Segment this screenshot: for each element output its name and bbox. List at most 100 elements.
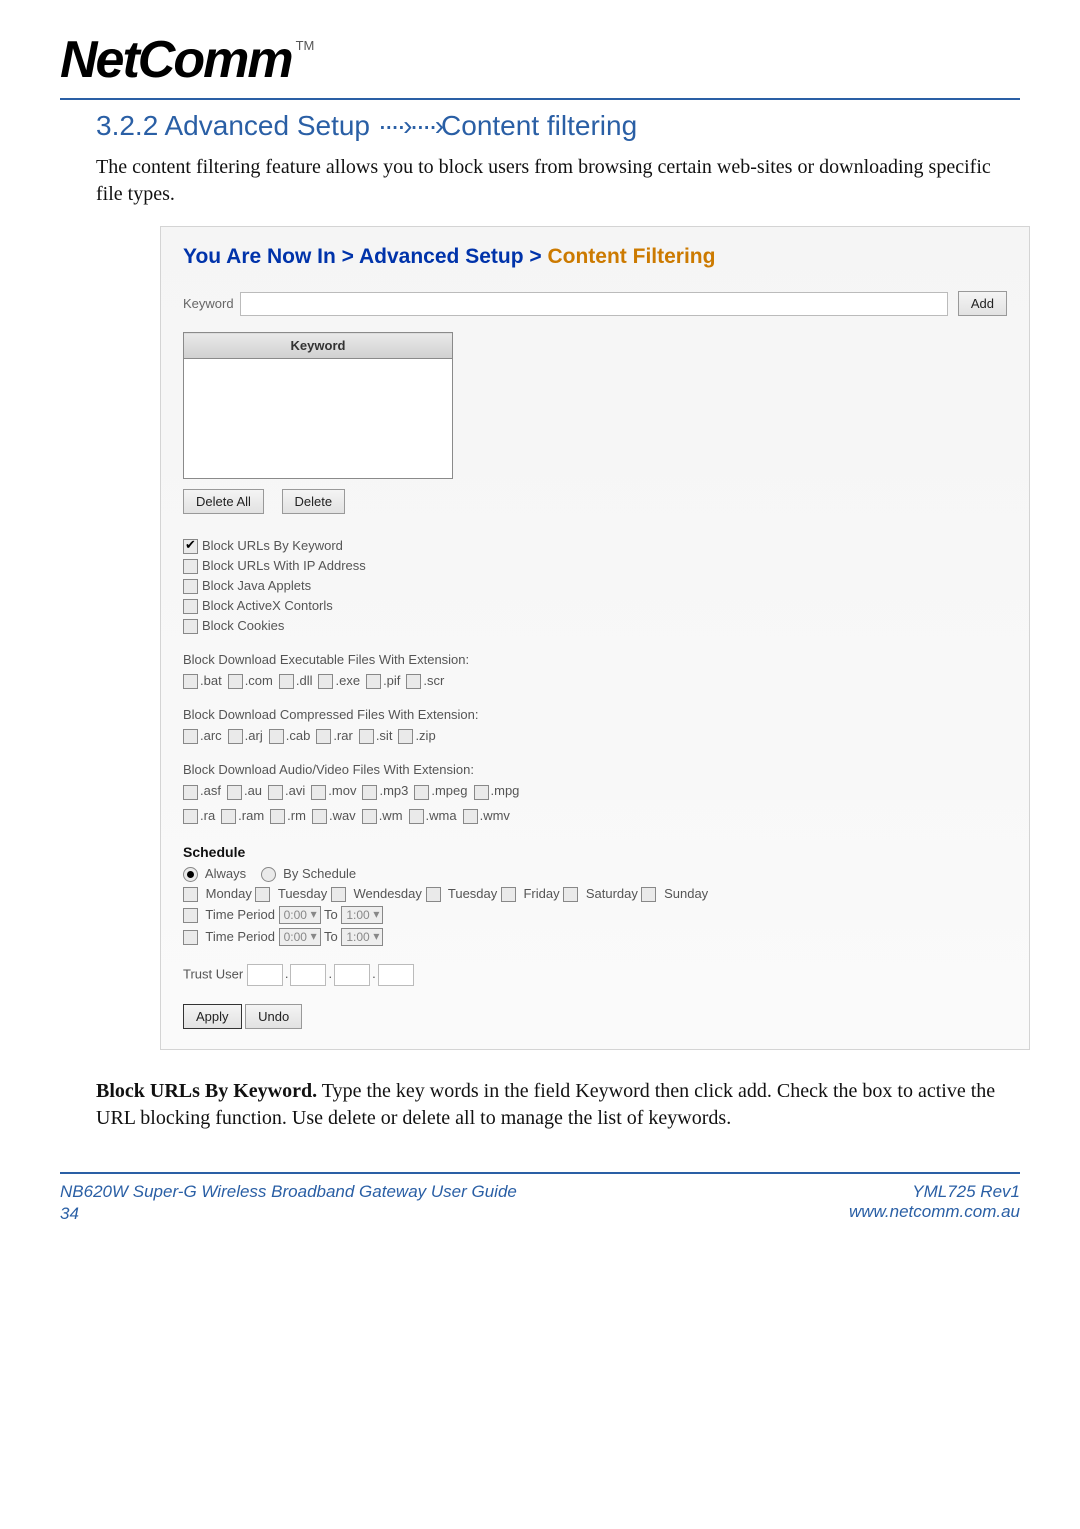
schedule-heading: Schedule	[183, 844, 1007, 860]
ext-label: .com	[245, 673, 273, 688]
day-label: Friday	[520, 886, 563, 901]
block-opt-checkbox[interactable]	[183, 619, 198, 634]
ext-label: .arj	[245, 728, 263, 743]
ext-checkbox[interactable]	[183, 809, 198, 824]
delete-all-button[interactable]: Delete All	[183, 489, 264, 514]
section-heading: 3.2.2 Advanced Setup ····›····›Content f…	[96, 110, 1020, 142]
ext-label: .wmv	[480, 808, 510, 823]
day-label: Saturday	[582, 886, 641, 901]
ext-label: .asf	[200, 783, 221, 798]
ext-label: .exe	[335, 673, 360, 688]
ext-label: .wma	[426, 808, 457, 823]
ext-checkbox[interactable]	[228, 674, 243, 689]
day-checkbox[interactable]	[426, 887, 441, 902]
time2-to-select[interactable]: 1:00	[341, 928, 383, 946]
ext-label: .cab	[286, 728, 311, 743]
ext-label: .sit	[376, 728, 393, 743]
block-opt-checkbox[interactable]	[183, 599, 198, 614]
day-checkbox[interactable]	[563, 887, 578, 902]
day-checkbox[interactable]	[641, 887, 656, 902]
trust-ip-4[interactable]	[378, 964, 414, 986]
ext-checkbox[interactable]	[359, 729, 374, 744]
day-checkbox[interactable]	[331, 887, 346, 902]
ext-label: .wm	[379, 808, 403, 823]
ext-label: .mp3	[379, 783, 408, 798]
ext-checkbox[interactable]	[270, 809, 285, 824]
crumb-mid: Advanced Setup	[359, 245, 524, 268]
ext-checkbox[interactable]	[463, 809, 478, 824]
keyword-col-header: Keyword	[184, 333, 453, 359]
day-label: Tuesday	[274, 886, 330, 901]
ext-checkbox[interactable]	[406, 674, 421, 689]
time2-from-select[interactable]: 0:00	[279, 928, 321, 946]
ext-checkbox[interactable]	[318, 674, 333, 689]
time1-to-select[interactable]: 1:00	[341, 906, 383, 924]
ext-checkbox[interactable]	[221, 809, 236, 824]
body-paragraph: Block URLs By Keyword. Type the key word…	[96, 1078, 1020, 1132]
day-label: Tuesday	[445, 886, 501, 901]
ext-checkbox[interactable]	[312, 809, 327, 824]
ext-checkbox[interactable]	[362, 809, 377, 824]
day-checkbox[interactable]	[255, 887, 270, 902]
ext-checkbox[interactable]	[409, 809, 424, 824]
ext-checkbox[interactable]	[311, 785, 326, 800]
comp-ext-title: Block Download Compressed Files With Ext…	[183, 707, 1007, 722]
ext-checkbox[interactable]	[183, 785, 198, 800]
ext-checkbox[interactable]	[268, 785, 283, 800]
crumb-current: Content Filtering	[547, 245, 715, 268]
arrow-icon: ····›····›	[378, 110, 441, 141]
footer-guide-title: NB620W Super-G Wireless Broadband Gatewa…	[60, 1182, 517, 1202]
ext-label: .mpg	[491, 783, 520, 798]
screenshot-panel: You Are Now In > Advanced Setup > Conten…	[160, 226, 1030, 1050]
footer-doc-rev: YML725 Rev1	[849, 1182, 1020, 1202]
ext-checkbox[interactable]	[227, 785, 242, 800]
trust-ip-2[interactable]	[290, 964, 326, 986]
ext-label: .au	[244, 783, 262, 798]
radio-always[interactable]	[183, 867, 198, 882]
block-opt-label: Block URLs By Keyword	[202, 538, 343, 553]
delete-button[interactable]: Delete	[282, 489, 346, 514]
ext-checkbox[interactable]	[414, 785, 429, 800]
ext-label: .bat	[200, 673, 222, 688]
time-period-1-label: Time Period	[205, 907, 275, 922]
undo-button[interactable]: Undo	[245, 1004, 302, 1029]
block-opt-checkbox[interactable]	[183, 539, 198, 554]
radio-by-schedule[interactable]	[261, 867, 276, 882]
ext-checkbox[interactable]	[366, 674, 381, 689]
ext-checkbox[interactable]	[398, 729, 413, 744]
time-period-2-checkbox[interactable]	[183, 930, 198, 945]
breadcrumb: You Are Now In > Advanced Setup > Conten…	[183, 245, 1007, 269]
ext-label: .pif	[383, 673, 400, 688]
block-opt-checkbox[interactable]	[183, 559, 198, 574]
trademark: TM	[296, 38, 315, 53]
always-label: Always	[205, 866, 246, 881]
ext-checkbox[interactable]	[183, 674, 198, 689]
time-period-2-label: Time Period	[205, 929, 275, 944]
ext-checkbox[interactable]	[474, 785, 489, 800]
time1-from-select[interactable]: 0:00	[279, 906, 321, 924]
ext-label: .rm	[287, 808, 306, 823]
ext-checkbox[interactable]	[269, 729, 284, 744]
trust-ip-1[interactable]	[247, 964, 283, 986]
add-button[interactable]: Add	[958, 291, 1007, 316]
ext-checkbox[interactable]	[316, 729, 331, 744]
ext-checkbox[interactable]	[228, 729, 243, 744]
time-period-1-checkbox[interactable]	[183, 908, 198, 923]
brand-logo: NetComm	[60, 30, 292, 90]
ext-label: .ram	[238, 808, 264, 823]
trust-ip-3[interactable]	[334, 964, 370, 986]
apply-button[interactable]: Apply	[183, 1004, 242, 1029]
ext-label: .zip	[415, 728, 435, 743]
day-checkbox[interactable]	[183, 887, 198, 902]
ext-label: .wav	[329, 808, 356, 823]
keyword-input[interactable]	[240, 292, 948, 316]
ext-checkbox[interactable]	[362, 785, 377, 800]
footer-url: www.netcomm.com.au	[849, 1202, 1020, 1222]
day-checkbox[interactable]	[501, 887, 516, 902]
ext-checkbox[interactable]	[279, 674, 294, 689]
intro-text: The content filtering feature allows you…	[96, 154, 1020, 208]
block-opt-label: Block ActiveX Contorls	[202, 598, 333, 613]
av-ext-title: Block Download Audio/Video Files With Ex…	[183, 762, 1007, 777]
block-opt-checkbox[interactable]	[183, 579, 198, 594]
ext-checkbox[interactable]	[183, 729, 198, 744]
